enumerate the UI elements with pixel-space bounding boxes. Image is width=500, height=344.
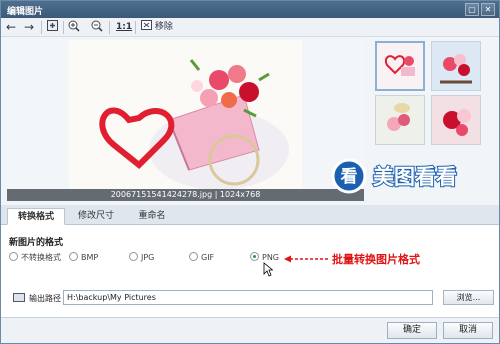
tab-resize[interactable]: 修改尺寸 xyxy=(73,208,119,225)
thumbnail-2[interactable] xyxy=(431,41,481,91)
delete-icon xyxy=(141,20,152,30)
thumbnail-1[interactable] xyxy=(375,41,425,91)
svg-text:看: 看 xyxy=(340,166,358,187)
output-path-label: 输出路径 xyxy=(29,294,61,303)
actual-size-button[interactable]: 1:1 xyxy=(116,20,132,35)
radio-circle xyxy=(129,252,138,261)
zoom-in-icon[interactable] xyxy=(68,20,80,35)
tab-convert-format[interactable]: 转换格式 xyxy=(7,208,65,225)
browse-button[interactable]: 浏览... xyxy=(443,290,494,305)
toolbar-separator xyxy=(63,21,64,34)
edit-image-dialog: 编辑图片 ▢ ✕ ← → 1:1 移除 20067151541424278.jp… xyxy=(0,0,500,344)
window-title: 编辑图片 xyxy=(7,7,44,17)
toolbar-separator xyxy=(109,21,110,34)
radio-circle xyxy=(189,252,198,261)
logo-text: 美图看看 xyxy=(373,165,457,189)
radio-bmp[interactable]: BMP xyxy=(69,252,98,264)
radio-jpg[interactable]: JPG xyxy=(129,252,154,264)
ok-button[interactable]: 确定 xyxy=(387,322,437,339)
back-arrow-icon[interactable]: ← xyxy=(6,20,16,35)
toolbar-separator xyxy=(135,21,136,34)
radio-circle-selected xyxy=(250,252,259,261)
output-path-input[interactable] xyxy=(63,290,433,305)
image-preview-area xyxy=(7,39,364,200)
delete-button[interactable]: 移除 xyxy=(141,20,173,35)
toolbar: ← → 1:1 移除 xyxy=(1,18,499,37)
meitu-kankan-logo: 看 美图看看 xyxy=(331,158,496,194)
dialog-footer: 确定 取消 xyxy=(1,317,499,343)
thumbnail-4[interactable] xyxy=(431,95,481,145)
tab-rename[interactable]: 重命名 xyxy=(129,208,175,225)
radio-circle xyxy=(69,252,78,261)
preview-photo xyxy=(69,40,302,198)
annotation-arrow-icon xyxy=(284,255,329,263)
forward-arrow-icon[interactable]: → xyxy=(24,20,34,35)
tab-bar: 转换格式 修改尺寸 重命名 xyxy=(1,205,499,225)
radio-no-convert[interactable]: 不转换格式 xyxy=(9,252,61,264)
output-path-row: 输出路径 浏览... xyxy=(11,290,494,306)
close-button[interactable]: ✕ xyxy=(481,3,495,16)
radio-gif[interactable]: GIF xyxy=(189,252,214,264)
toolbar-separator xyxy=(41,21,42,34)
maximize-button[interactable]: ▢ xyxy=(465,3,479,16)
annotation-text: 批量转换图片格式 xyxy=(332,253,420,266)
fit-icon[interactable] xyxy=(47,20,58,35)
delete-label: 移除 xyxy=(154,22,173,32)
title-bar: 编辑图片 ▢ ✕ xyxy=(1,1,499,18)
folder-icon xyxy=(13,293,25,302)
format-section-title: 新图片的格式 xyxy=(9,238,64,248)
convert-format-panel: 新图片的格式 不转换格式 BMP JPG GIF PNG 批量转换图片格式 输出… xyxy=(1,225,499,317)
image-caption: 20067151541424278.jpg | 1024x768 xyxy=(7,189,364,201)
thumbnail-3[interactable] xyxy=(375,95,425,145)
mouse-cursor-icon xyxy=(263,262,273,277)
zoom-out-icon[interactable] xyxy=(91,20,103,35)
cancel-button[interactable]: 取消 xyxy=(443,322,493,339)
radio-circle xyxy=(9,252,18,261)
